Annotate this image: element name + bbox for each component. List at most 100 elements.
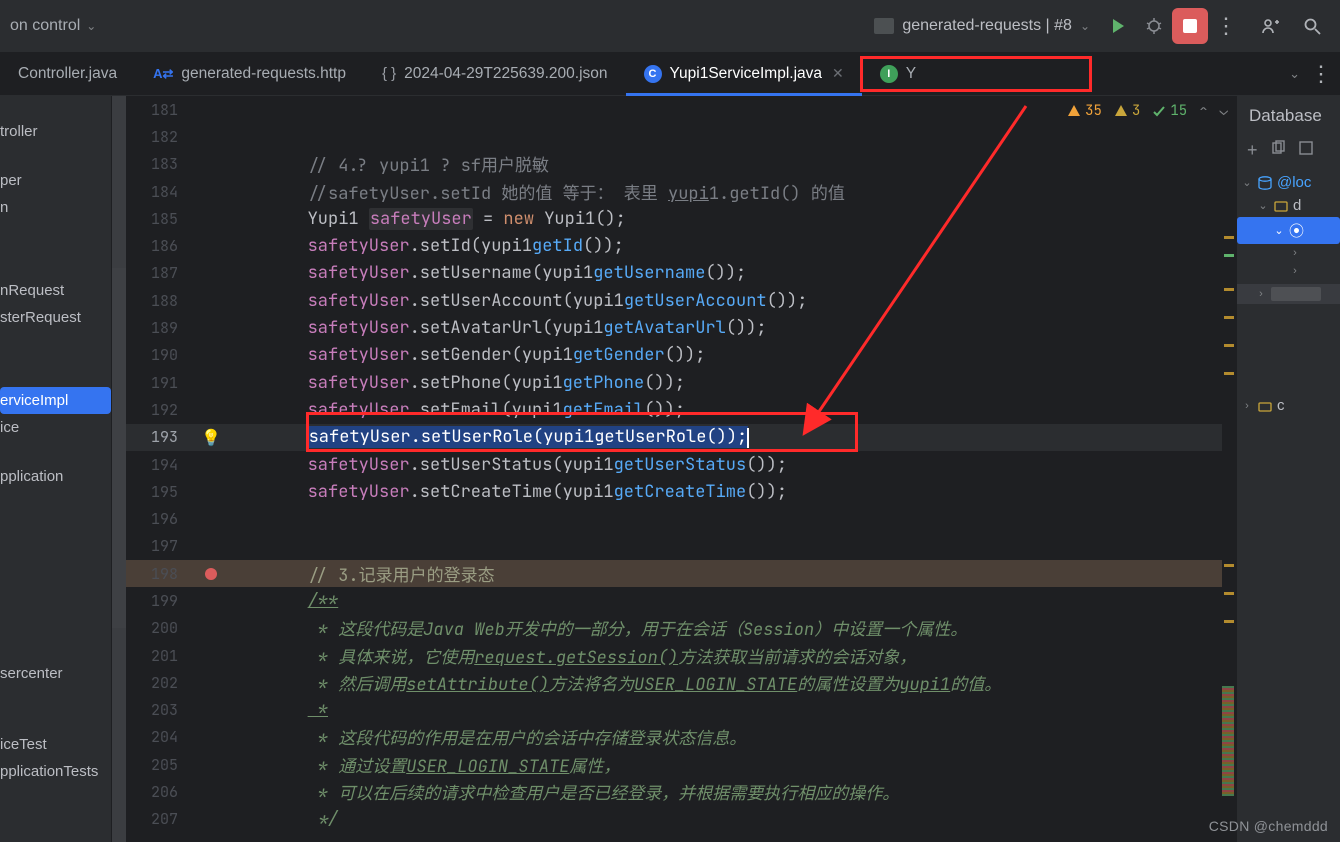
sidebar-item[interactable]: n [0,194,111,221]
code-token: safetyUser [309,426,411,448]
intention-bulb-icon[interactable]: 💡 [201,427,221,448]
chevron-down-icon[interactable]: ⌄ [1257,199,1269,212]
code-token: ()); [644,372,685,394]
db-tree-row[interactable]: › [1237,284,1340,304]
line-number[interactable]: 201 [126,646,196,666]
line-number[interactable]: 197 [126,536,196,556]
code-token: getUserRole [594,426,706,448]
sidebar-item[interactable]: troller [0,118,111,145]
sidebar-item[interactable]: pplication [0,463,111,490]
line-number[interactable]: 189 [126,318,196,338]
db-refresh-icon[interactable] [1298,140,1314,161]
sidebar-item[interactable]: ice [0,414,111,441]
line-number[interactable]: 190 [126,345,196,365]
line-number[interactable]: 207 [126,809,196,829]
line-number[interactable]: 182 [126,127,196,147]
db-copy-icon[interactable] [1270,140,1286,161]
line-number[interactable]: 196 [126,509,196,529]
code-area[interactable]: 181 182 183 // 4.? yupi1 ? sf用户脱敏 184 //… [126,96,1222,842]
db-tree-row[interactable]: ⌄ d [1237,194,1340,217]
line-number[interactable]: 202 [126,673,196,693]
line-number[interactable]: 195 [126,482,196,502]
line-number[interactable]: 206 [126,782,196,802]
project-sidebar[interactable]: troller per n nRequest sterRequest ervic… [0,96,112,842]
line-number[interactable]: 185 [126,209,196,229]
breakpoint-icon[interactable] [205,568,217,580]
chevron-right-icon[interactable]: › [1289,265,1301,277]
line-number[interactable]: 193 [126,427,196,447]
run-config-selector[interactable]: generated-requests | #8 ⌄ [864,13,1100,39]
code-token: getCreateTime [614,481,747,503]
chevron-right-icon[interactable]: › [1241,400,1253,412]
scroll-gutter[interactable] [112,96,126,842]
db-tree-row[interactable]: › [1237,262,1340,280]
chevron-right-icon[interactable]: › [1255,288,1267,300]
tab-json-file[interactable]: { } 2024-04-29T225639.200.json [364,52,626,95]
breadcrumb-text: on control [10,17,80,35]
line-number[interactable]: 194 [126,455,196,475]
tab-yupi1serviceimpl-java[interactable]: C Yupi1ServiceImpl.java ✕ [626,52,862,95]
chevron-down-icon[interactable]: ⌄ [1273,224,1285,237]
sidebar-item[interactable]: iceTest [0,731,111,758]
code-with-me-button[interactable] [1252,8,1288,44]
inspection-widget[interactable]: 35 3 15 ⌃ ⌄ [1067,102,1228,120]
line-number[interactable]: 204 [126,727,196,747]
sidebar-item[interactable]: sercenter [0,660,111,687]
db-tree-row[interactable]: › [1237,244,1340,262]
code-token: yupi1 [543,426,594,448]
stop-button[interactable] [1172,8,1208,44]
line-number[interactable]: 198 [126,564,196,584]
line-number[interactable]: 183 [126,154,196,174]
line-number[interactable]: 199 [126,591,196,611]
line-number[interactable]: 187 [126,263,196,283]
inspection-typos[interactable]: 15 [1152,102,1187,120]
tab-controller-java[interactable]: Controller.java [0,52,135,95]
line-number[interactable]: 184 [126,182,196,202]
sidebar-item[interactable]: per [0,167,111,194]
chevron-down-icon[interactable]: ⌄ [1289,66,1300,82]
add-datasource-button[interactable]: + [1247,140,1258,161]
line-number[interactable]: 186 [126,236,196,256]
db-tree-row[interactable]: ⌄ @loc [1237,171,1340,194]
db-tree-row-selected[interactable]: ⌄ ⦿ [1237,217,1340,244]
database-tool-window[interactable]: Database + ⌄ @loc ⌄ d ⌄ ⦿ [1236,96,1340,842]
sidebar-item-label: sercenter [0,665,63,682]
project-breadcrumb[interactable]: on control ⌄ [10,17,96,35]
line-number[interactable]: 203 [126,700,196,720]
code-token: * [308,699,328,721]
line-number[interactable]: 188 [126,291,196,311]
tab-label: Y [906,65,916,83]
sidebar-item[interactable]: sterRequest [0,304,111,331]
line-number[interactable]: 205 [126,755,196,775]
inspection-errors[interactable]: 35 [1067,102,1102,120]
line-number[interactable]: 181 [126,100,196,120]
sidebar-item[interactable]: nRequest [0,277,111,304]
chevron-down-icon[interactable]: ⌄ [1241,176,1253,189]
sidebar-item[interactable]: pplicationTests [0,758,111,785]
code-token: ()); [746,481,787,503]
tab-label: Controller.java [18,65,117,83]
tab-overflow[interactable]: I Y [862,52,934,95]
line-number[interactable]: 200 [126,618,196,638]
inspection-warnings[interactable]: 3 [1114,102,1140,120]
db-tree-row[interactable]: › c [1237,394,1340,417]
chevron-right-icon[interactable]: › [1289,247,1301,259]
db-label: c [1277,397,1285,414]
debug-button[interactable] [1136,8,1172,44]
interface-icon: I [880,65,898,83]
editor-markbar[interactable] [1222,96,1236,842]
more-actions-button[interactable]: ⋮ [1208,8,1244,44]
sidebar-item-selected[interactable]: erviceImpl [0,387,111,414]
next-highlight-button[interactable]: ⌄ [1220,102,1228,120]
close-icon[interactable]: ✕ [832,65,844,82]
kebab-icon[interactable]: ⋮ [1310,61,1332,87]
run-button[interactable] [1100,8,1136,44]
line-number[interactable]: 192 [126,400,196,420]
code-editor[interactable]: 35 3 15 ⌃ ⌄ 181 182 183 // 4.? yupi1 ? s… [126,96,1236,842]
search-everywhere-button[interactable] [1294,8,1330,44]
tab-generated-requests-http[interactable]: A⇄ generated-requests.http [135,52,364,95]
database-tree[interactable]: ⌄ @loc ⌄ d ⌄ ⦿ › › › [1237,169,1340,419]
line-number[interactable]: 191 [126,373,196,393]
prev-highlight-button[interactable]: ⌃ [1199,102,1207,120]
code-token: getId [532,235,583,257]
